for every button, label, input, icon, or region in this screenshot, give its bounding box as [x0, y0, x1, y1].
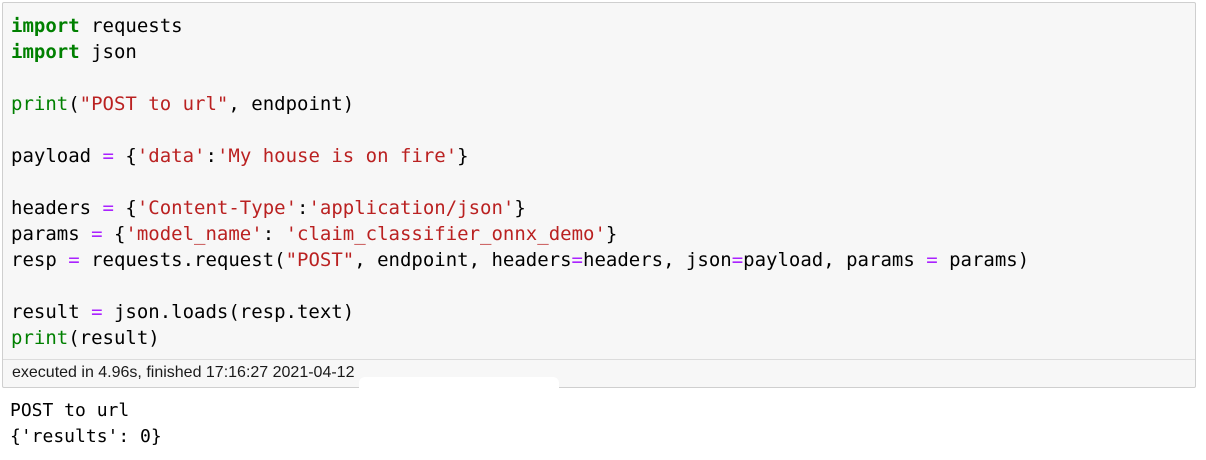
code-token: :: [262, 223, 286, 245]
code-token: print: [11, 93, 69, 115]
code-token: import: [11, 41, 80, 63]
code-token: =: [926, 249, 938, 271]
output-line: {'results': 0}: [10, 426, 162, 447]
code-token: {: [102, 223, 126, 245]
code-line: result = json.loads(resp.text): [11, 299, 1029, 325]
code-token: json.loads(resp.text): [102, 301, 355, 323]
code-token: =: [68, 249, 80, 271]
code-token: :: [205, 145, 217, 167]
code-token: , endpoint, headers: [354, 249, 572, 271]
code-token: 'application/json': [308, 197, 515, 219]
code-token: import: [11, 15, 80, 37]
code-token: params: [11, 223, 92, 245]
code-token: "POST": [285, 249, 355, 271]
code-token: (result): [68, 327, 160, 349]
code-token: resp: [11, 249, 69, 271]
code-token: , endpoint): [228, 93, 355, 115]
code-token: headers: [11, 197, 103, 219]
code-line: params = {'model_name': 'claim_classifie…: [11, 221, 1029, 247]
code-token: }: [605, 223, 618, 245]
code-token: }: [514, 197, 526, 219]
code-token: =: [91, 301, 103, 323]
redaction-mark: [359, 377, 559, 389]
code-token: {: [113, 145, 137, 167]
code-token: "POST to url": [79, 93, 229, 115]
code-token: :: [297, 197, 309, 219]
execution-info: executed in 4.96s, finished 17:16:27 202…: [12, 364, 355, 381]
code-token: 'data': [136, 145, 206, 167]
code-token: print: [11, 327, 69, 349]
code-editor[interactable]: import requests import json print("POST to…: [11, 13, 1029, 351]
code-token: 'model_name': [125, 223, 263, 245]
code-token: 'My house is on fire': [216, 145, 458, 167]
code-token: {: [113, 197, 137, 219]
code-token: 'claim_classifier_onnx_demo': [285, 223, 606, 245]
code-line: print("POST to url", endpoint): [11, 91, 1029, 117]
code-token: requests.request(: [79, 249, 286, 271]
code-token: result: [11, 301, 92, 323]
code-line: print(result): [11, 325, 1029, 351]
code-token: =: [731, 249, 744, 271]
code-token: }: [457, 145, 469, 167]
code-line: headers = {'Content-Type':'application/j…: [11, 195, 1029, 221]
code-token: requests: [79, 15, 183, 37]
code-token: headers, json: [583, 249, 732, 271]
redaction-mark: [131, 400, 211, 426]
code-token: params): [937, 249, 1030, 271]
code-line: import requests: [11, 13, 1029, 39]
code-token: (: [68, 93, 80, 115]
code-line: payload = {'data':'My house is on fire'}: [11, 143, 1029, 169]
code-cell[interactable]: import requests import json print("POST to…: [2, 2, 1196, 389]
code-token: =: [91, 223, 103, 245]
code-token: json: [79, 41, 137, 63]
code-token: =: [102, 197, 114, 219]
code-token: payload, params: [743, 249, 927, 271]
code-token: =: [571, 249, 583, 271]
code-token: =: [102, 145, 114, 167]
code-token: 'Content-Type': [136, 197, 298, 219]
code-line: resp = requests.request("POST", endpoint…: [11, 247, 1029, 273]
code-line: import json: [11, 39, 1029, 65]
code-token: payload: [11, 145, 103, 167]
execution-info-bar: executed in 4.96s, finished 17:16:27 202…: [3, 359, 1195, 387]
